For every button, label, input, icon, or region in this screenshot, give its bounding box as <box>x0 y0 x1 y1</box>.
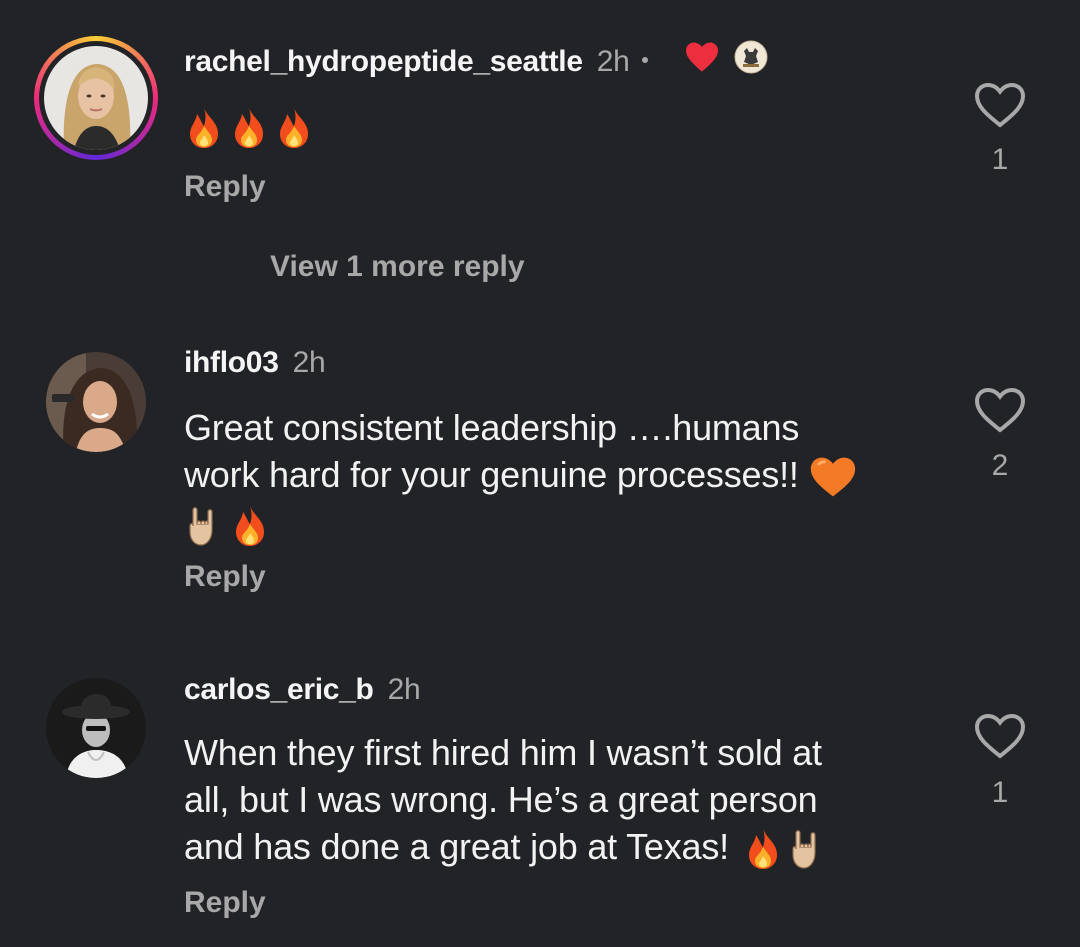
fire-emoji <box>230 504 270 548</box>
fire-emoji <box>743 827 783 871</box>
comment-time: 2h <box>596 44 630 78</box>
comment-text-line: and has done a great job at Texas! <box>184 826 729 867</box>
view-more-replies-button[interactable]: View 1 more reply <box>270 250 525 284</box>
like-count: 2 <box>991 449 1009 482</box>
comment-time: 2h <box>387 673 421 706</box>
separator-dot <box>641 57 648 63</box>
like-heart-icon[interactable] <box>974 82 1026 128</box>
comment-text-line: Great consistent leadership ….humans <box>184 407 800 448</box>
comments-list: rachel_hydropeptide_seattle 2h Reply 1 V… <box>0 0 1080 947</box>
reply-button[interactable]: Reply <box>184 560 266 594</box>
like-count: 1 <box>991 776 1009 809</box>
comment-header: rachel_hydropeptide_seattle 2h <box>184 40 768 84</box>
username[interactable]: ihflo03 <box>184 346 279 379</box>
fire-emoji <box>274 106 314 150</box>
creator-avatar-badge <box>734 40 768 82</box>
rock-on-hand-emoji <box>787 827 827 871</box>
avatar-story-ring[interactable] <box>34 36 158 160</box>
fire-emoji <box>184 106 224 150</box>
orange-heart-emoji <box>809 455 857 499</box>
comment-text: Great consistent leadership ….humans wor… <box>184 404 924 546</box>
comment-text-line: all, but I was wrong. He’s a great perso… <box>184 779 818 820</box>
reply-button[interactable]: Reply <box>184 170 266 204</box>
like-heart-icon[interactable] <box>974 713 1026 759</box>
username[interactable]: carlos_eric_b <box>184 673 374 706</box>
like-count: 1 <box>991 143 1009 176</box>
comment-text-line-with-emoji: work hard for your genuine processes!! <box>184 451 924 499</box>
like-heart-icon[interactable] <box>974 387 1026 433</box>
comment-text-line: When they first hired him I wasn’t sold … <box>184 732 822 773</box>
avatar[interactable] <box>46 678 146 778</box>
comment-header: carlos_eric_b 2h <box>184 673 421 707</box>
avatar <box>44 46 148 150</box>
comment-time: 2h <box>292 346 326 379</box>
comment-emoji-row <box>184 499 924 546</box>
comment-emoji-row <box>184 106 314 150</box>
comment-header: ihflo03 2h <box>184 346 326 380</box>
username[interactable]: rachel_hydropeptide_seattle <box>184 45 583 78</box>
fire-emoji <box>229 106 269 150</box>
comment-text-line-with-emoji: and has done a great job at Texas! <box>184 823 924 871</box>
reply-button[interactable]: Reply <box>184 886 266 920</box>
creator-heart-icon <box>684 41 720 81</box>
comment-text-line: work hard for your genuine processes!! <box>184 454 799 495</box>
comment-text: When they first hired him I wasn’t sold … <box>184 729 924 871</box>
avatar[interactable] <box>46 352 146 452</box>
rock-on-hand-emoji <box>184 504 224 548</box>
